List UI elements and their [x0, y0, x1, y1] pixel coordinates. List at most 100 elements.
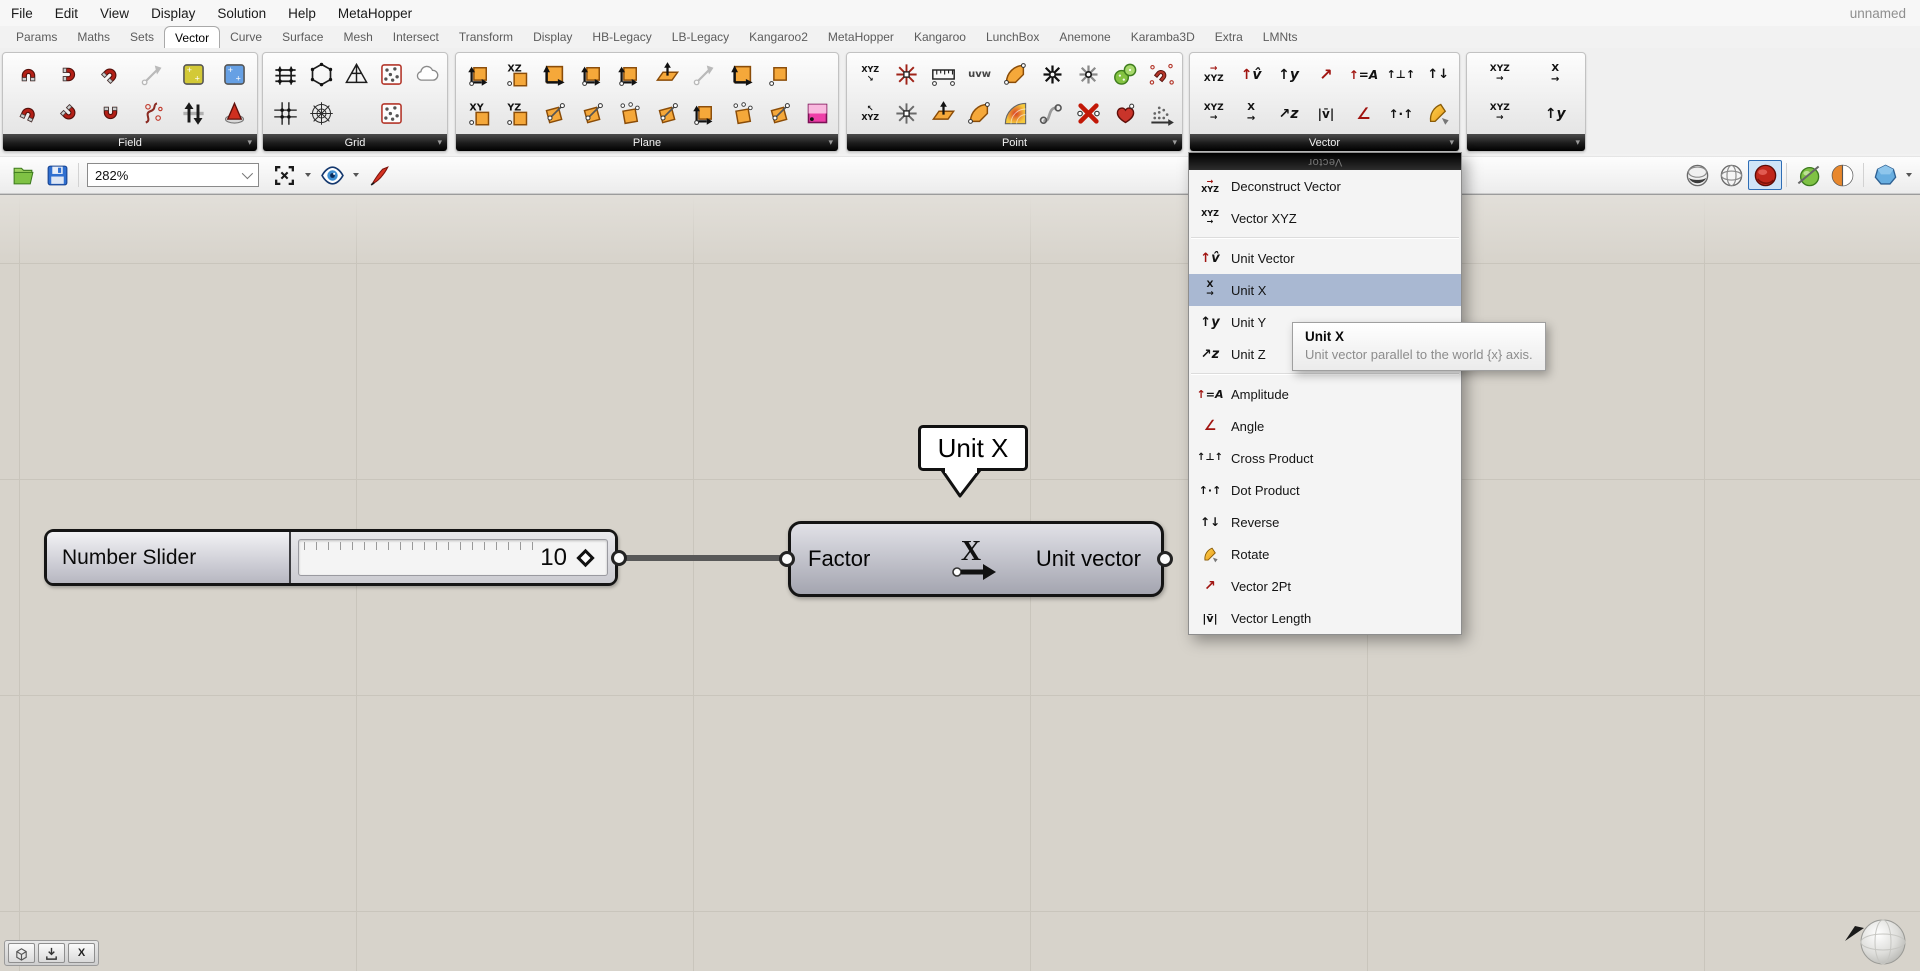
populate-2d-icon[interactable] — [375, 56, 409, 94]
vector-xyz-alt-icon[interactable]: XYZ→ — [1483, 95, 1517, 133]
tab-maths[interactable]: Maths — [67, 26, 120, 48]
slider-name-label[interactable]: Number Slider — [47, 532, 291, 583]
menu-item-vector-2pt[interactable]: ↗Vector 2Pt — [1189, 570, 1461, 602]
menu-item-angle[interactable]: ∠Angle — [1189, 410, 1461, 442]
tab-surface[interactable]: Surface — [272, 26, 333, 48]
tab-params[interactable]: Params — [6, 26, 67, 48]
tab-mesh[interactable]: Mesh — [333, 26, 382, 48]
plane-normal-icon[interactable] — [575, 56, 609, 94]
unit-x-alt-icon[interactable]: X→ — [1538, 56, 1572, 94]
number-slider-component[interactable]: Number Slider 10 — [44, 529, 618, 586]
ribbon-group-label-plane[interactable]: Plane▾ — [456, 134, 838, 151]
triangular-grid-icon[interactable] — [339, 56, 373, 94]
pull-point-icon[interactable] — [999, 95, 1033, 133]
draw-gem-red-button[interactable] — [1748, 160, 1782, 190]
reverse-icon[interactable]: ↑↓ — [1421, 56, 1455, 94]
rectangular-grid-icon[interactable] — [269, 56, 303, 94]
tensor-display-icon[interactable] — [176, 95, 210, 133]
barycentric-icon[interactable]: uvw — [963, 56, 997, 94]
line-plus-line-icon[interactable] — [688, 56, 722, 94]
unit-x-component[interactable]: Factor X Unit vector — [788, 521, 1164, 597]
tab-lb-legacy[interactable]: LB-Legacy — [662, 26, 739, 48]
tab-extra[interactable]: Extra — [1205, 26, 1253, 48]
flip-plane-icon[interactable] — [800, 95, 834, 133]
tab-lunchbox[interactable]: LunchBox — [976, 26, 1049, 48]
open-button[interactable] — [6, 160, 40, 190]
menu-item-dot-product[interactable]: ↑·↑Dot Product — [1189, 474, 1461, 506]
yz-plane-icon[interactable]: YZ — [500, 95, 534, 133]
point-oriented-icon[interactable] — [999, 56, 1033, 94]
tab-curve[interactable]: Curve — [220, 26, 272, 48]
preview-eye-button[interactable] — [315, 160, 349, 190]
tab-karamba3d[interactable]: Karamba3D — [1121, 26, 1205, 48]
menu-item-solution[interactable]: Solution — [206, 0, 277, 26]
tab-intersect[interactable]: Intersect — [383, 26, 449, 48]
points-collapse-icon[interactable] — [890, 56, 924, 94]
rotate-icon[interactable] — [1421, 95, 1455, 133]
menu-item-deconstruct-vector[interactable]: →XYZDeconstruct Vector — [1189, 170, 1461, 202]
save-button[interactable] — [40, 160, 74, 190]
menu-item-reverse[interactable]: ↑↓Reverse — [1189, 506, 1461, 538]
unit-vector-icon[interactable]: ↑v̂ — [1234, 56, 1268, 94]
widget-unit-x-button[interactable]: X — [68, 943, 95, 963]
menu-item-unit-x[interactable]: X→Unit X — [1189, 274, 1461, 306]
xz-plane-icon[interactable]: XZ — [500, 56, 534, 94]
unit-y-alt-icon[interactable]: ↑y — [1538, 95, 1572, 133]
plane-region-icon[interactable] — [763, 56, 797, 94]
menu-item-cross-product[interactable]: ↑⊥↑Cross Product — [1189, 442, 1461, 474]
populate-geometry-icon[interactable] — [410, 56, 444, 94]
point-polar-icon[interactable] — [926, 95, 960, 133]
factor-input-port[interactable] — [779, 551, 795, 567]
sort-along-curve-icon[interactable] — [1035, 95, 1069, 133]
menu-item-metahopper[interactable]: MetaHopper — [327, 0, 423, 26]
points-expand-icon[interactable] — [890, 95, 924, 133]
xy-plane-icon[interactable]: XY — [463, 95, 497, 133]
cross-product-icon[interactable]: ↑⊥↑ — [1384, 56, 1418, 94]
widget-save-state-button[interactable] — [38, 943, 65, 963]
ribbon-group-label-grid[interactable]: Grid▾ — [263, 134, 447, 151]
vector-force-icon[interactable] — [53, 95, 87, 133]
deconstruct-vector-icon[interactable]: →XYZ — [1197, 56, 1231, 94]
plane-3pt-icon[interactable] — [575, 95, 609, 133]
charge-display-icon[interactable] — [12, 95, 46, 133]
tab-vector[interactable]: Vector — [164, 26, 220, 48]
tab-kangaroo[interactable]: Kangaroo — [904, 26, 976, 48]
tab-anemone[interactable]: Anemone — [1049, 26, 1120, 48]
tab-hb-legacy[interactable]: HB-Legacy — [582, 26, 661, 48]
vector-2pt-icon[interactable]: ↗ — [1309, 56, 1343, 94]
menu-item-unit-vector[interactable]: ↑v̂Unit Vector — [1189, 242, 1461, 274]
unit-x-icon[interactable]: X→ — [1234, 95, 1268, 133]
plane-origin-icon[interactable] — [613, 56, 647, 94]
draw-gem-grey-button[interactable] — [1680, 160, 1714, 190]
line-charge-icon[interactable] — [135, 56, 169, 94]
spin-force-icon[interactable] — [53, 56, 87, 94]
hexagonal-grid-icon[interactable] — [304, 56, 338, 94]
zoom-menu-caret[interactable] — [305, 173, 311, 177]
unit-vector-output-port[interactable] — [1157, 551, 1173, 567]
cull-duplicates-icon[interactable] — [1145, 56, 1179, 94]
evaluate-arc-icon[interactable] — [963, 95, 997, 133]
align-planes-icon[interactable] — [725, 56, 759, 94]
numbers-to-points-icon[interactable] — [1145, 95, 1179, 133]
closest-points-icon[interactable] — [1072, 56, 1106, 94]
project-points-icon[interactable] — [1108, 56, 1142, 94]
menu-item-display[interactable]: Display — [140, 0, 206, 26]
construct-plane-icon[interactable] — [538, 56, 572, 94]
sketch-pen-button[interactable] — [363, 160, 397, 190]
widget-sketch-cube-button[interactable] — [8, 943, 35, 963]
distance-icon[interactable] — [926, 56, 960, 94]
plane-fit-icon[interactable] — [613, 95, 647, 133]
zoom-extents-button[interactable] — [267, 160, 301, 190]
document-preview-button[interactable] — [1868, 160, 1902, 190]
preview-custom-button[interactable] — [1825, 160, 1859, 190]
vector-length-icon[interactable]: |v̄| — [1309, 95, 1343, 133]
preview-menu-caret[interactable] — [353, 173, 359, 177]
radial-grid-icon[interactable] — [304, 95, 338, 133]
menu-item-rotate[interactable]: Rotate — [1189, 538, 1461, 570]
unit-y-icon[interactable]: ↑y — [1272, 56, 1306, 94]
deconstruct-point-icon[interactable]: ↖XYZ — [853, 95, 887, 133]
menu-item-help[interactable]: Help — [277, 0, 327, 26]
menu-item-view[interactable]: View — [89, 0, 140, 26]
align-plane-icon[interactable] — [650, 56, 684, 94]
scalar-field-display-icon[interactable]: ++ — [176, 56, 210, 94]
